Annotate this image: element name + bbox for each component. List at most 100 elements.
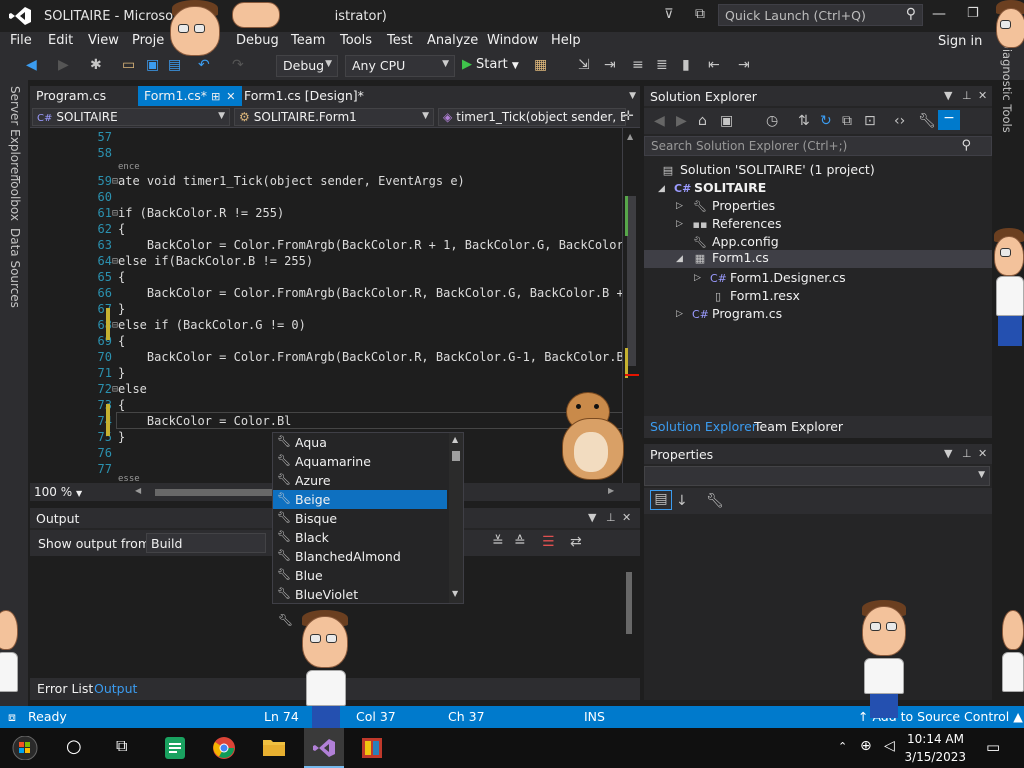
fold-icon[interactable]: ⊟ [112,384,118,395]
start-button[interactable]: ▶ Start ▼ [462,57,519,72]
expand-arrow-icon[interactable]: ▷ [676,201,683,211]
toolbox-tab[interactable]: Toolbox [8,176,22,221]
redo-icon[interactable]: ↷ [232,57,244,73]
completion-item[interactable]: 🔧︎ Azure [273,471,447,490]
tab-error-list[interactable]: Error List [37,681,93,696]
intellisense-filter-icon[interactable]: 🔧︎ [278,613,293,627]
tree-node-project[interactable]: C# SOLITAIRE [674,180,766,198]
indent-icon[interactable]: ⇥ [604,57,616,73]
output-scroll-thumb[interactable] [626,572,632,634]
bookmark-next-icon[interactable]: ⇥ [738,57,750,73]
forward-icon[interactable]: ▶ [58,57,69,73]
minimize-button[interactable]: — [932,6,946,22]
pin-icon[interactable]: ⊞ [211,90,220,103]
intellisense-scroll-thumb[interactable] [452,451,460,461]
intellisense-popup[interactable]: 🔧︎ Aqua 🔧︎ Aquamarine 🔧︎ Azure 🔧︎ Beige 🔧︎ Bi… [272,432,464,604]
search-circle-icon[interactable]: ○ [66,736,92,760]
goto-next-icon[interactable]: ≙ [514,534,526,550]
menu-edit[interactable]: Edit [48,33,73,48]
completion-item[interactable]: 🔧︎ Blue [273,566,447,585]
collapse-all-icon[interactable]: ⧉ [842,113,852,129]
close-icon[interactable]: ✕ [226,90,235,103]
scroll-left-icon[interactable]: ◀ [135,486,141,495]
zoom-dropdown[interactable]: 100 % ▼ [34,485,82,499]
completion-item[interactable]: 🔧︎ BlueViolet [273,585,447,604]
sync-icon[interactable]: ⇅ [798,113,810,129]
tree-node-program-cs[interactable]: C# Program.cs [692,306,782,324]
quick-launch-box[interactable]: Quick Launch (Ctrl+Q) ⚲ [718,4,923,26]
member-dropdown[interactable]: ◈timer1_Tick(object sender, Ever [438,108,626,126]
properties-object-dropdown[interactable]: ▼ [644,466,990,486]
project-dropdown[interactable]: C# SOLITAIRE ▼ [32,108,230,126]
expand-arrow-icon[interactable]: ▷ [694,273,701,283]
volume-icon[interactable]: ◁ [884,738,895,754]
diagnostics-icon[interactable]: ▦ [534,57,547,73]
completion-item[interactable]: 🔧︎ Aqua [273,433,447,452]
tree-node-form1-cs[interactable]: ▦ Form1.cs [692,250,769,268]
server-explorer-tab[interactable]: Server Explorer [8,86,22,179]
categorized-icon[interactable]: ▤ [650,490,672,510]
word-wrap-icon[interactable]: ⇄ [570,534,582,550]
tree-node-solution[interactable]: ▤ Solution 'SOLITAIRE' (1 project) [660,162,875,180]
property-pages-icon[interactable]: 🔧︎ [706,493,724,509]
alphabetical-icon[interactable]: ↓ [676,493,688,509]
tree-node-form1-resx[interactable]: ▯ Form1.resx [710,288,800,306]
close-icon[interactable]: ✕ [978,447,987,460]
network-icon[interactable]: ⊕ [860,738,872,754]
visual-studio-task-icon[interactable] [304,728,344,768]
tab-team-explorer[interactable]: Team Explorer [754,419,843,434]
refresh-icon[interactable]: ↻ [820,113,832,129]
tray-overflow-icon[interactable]: ⌃ [838,740,847,753]
properties-icon[interactable]: 🔧︎ [918,113,936,129]
feedback-icon[interactable]: ⊽ [664,7,674,22]
notifications-icon[interactable]: ▭ [986,738,1000,756]
tree-node-properties[interactable]: 🔧︎ Properties [692,198,775,216]
fold-icon[interactable]: ⊟ [112,176,118,187]
tab-form1-designer[interactable]: Form1.cs [Design]* [238,86,370,106]
completion-item-selected[interactable]: 🔧︎ Beige [273,490,447,509]
sheets-app-icon[interactable] [164,736,190,760]
codelens-references[interactable]: ence [118,162,140,172]
scroll-right-icon[interactable]: ▶ [608,486,614,495]
preview-icon[interactable]: − [938,110,960,130]
tab-output[interactable]: Output [94,681,137,696]
view-code-icon[interactable]: ‹› [894,113,905,129]
sign-in-link[interactable]: Sign in [938,34,982,49]
tab-program-cs[interactable]: Program.cs [30,86,112,106]
clock-time[interactable]: 10:14 AM [907,732,964,746]
menu-tools[interactable]: Tools [340,33,372,48]
tab-solution-explorer[interactable]: Solution Explorer [650,419,757,434]
platform-dropdown[interactable]: Any CPU ▼ [345,55,455,77]
expand-arrow-icon[interactable]: ▷ [676,309,683,319]
split-icon[interactable]: ✛ [623,109,634,124]
expand-arrow-icon[interactable]: ▷ [676,219,683,229]
restore-button[interactable]: ❐ [967,6,979,21]
close-icon[interactable]: ✕ [622,511,631,524]
menu-window[interactable]: Window [487,33,538,48]
pin-icon[interactable]: ⊥ [606,511,616,524]
app-window-icon[interactable] [360,736,386,760]
fold-icon[interactable]: ⊟ [112,256,118,267]
menu-view[interactable]: View [88,33,119,48]
completion-item[interactable]: 🔧︎ Aquamarine [273,452,447,471]
task-view-icon[interactable]: ⧉ [116,736,142,760]
menu-test[interactable]: Test [387,33,413,48]
tab-form1-cs[interactable]: Form1.cs* ⊞ ✕ [138,86,242,106]
back-icon[interactable]: ◀ [654,113,665,129]
switch-views-icon[interactable]: ▣ [720,113,733,129]
tree-node-form1-designer[interactable]: C# Form1.Designer.cs [710,270,846,288]
menu-help[interactable]: Help [551,33,581,48]
clear-all-icon[interactable]: ☰ [542,534,555,550]
show-all-files-icon[interactable]: ⊡ [864,113,876,129]
horizontal-scroll-thumb[interactable] [155,489,275,496]
tree-node-references[interactable]: ▪▪ References [692,216,782,234]
pane-menu-icon[interactable]: ▼ [588,511,596,524]
chrome-icon[interactable] [212,736,238,760]
pin-icon[interactable]: ⊥ [962,447,972,460]
bookmark-icon[interactable]: ▮ [682,57,690,73]
menu-team[interactable]: Team [291,33,325,48]
completion-item[interactable]: 🔧︎ Black [273,528,447,547]
code-editor[interactable]: 57 58 59 60 61 62 63 64 65 66 67 68 69 7… [30,128,640,483]
home-icon[interactable]: ⌂ [698,113,707,129]
close-icon[interactable]: ✕ [978,89,987,102]
